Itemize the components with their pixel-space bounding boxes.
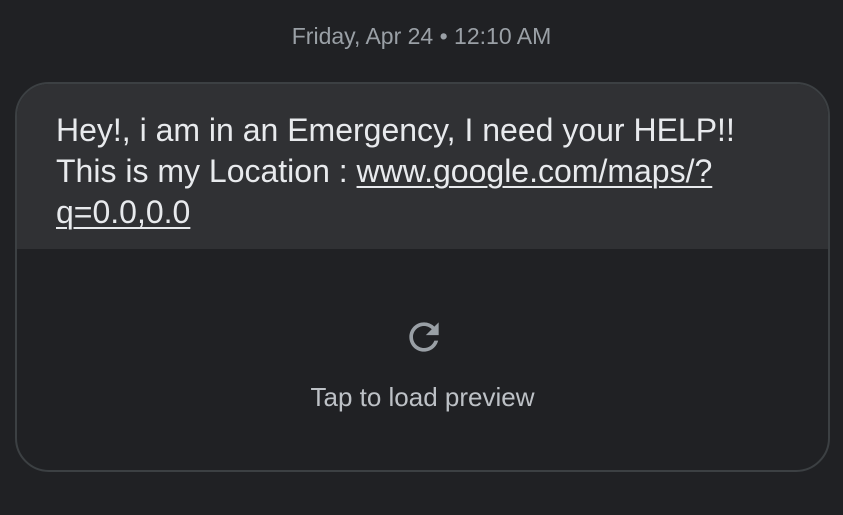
tap-to-load-preview[interactable]: Tap to load preview: [17, 380, 828, 414]
message-bubble[interactable]: Hey!, i am in an Emergency, I need your …: [15, 82, 830, 472]
message-location-prefix: This is my Location :: [56, 153, 357, 189]
reload-icon[interactable]: [402, 315, 446, 359]
message-timestamp: Friday, Apr 24 • 12:10 AM: [291, 23, 552, 49]
message-text-line: Hey!, i am in an Emergency, I need your …: [56, 112, 735, 148]
link-preview[interactable]: Tap to load preview: [17, 249, 828, 470]
message-text: Hey!, i am in an Emergency, I need your …: [17, 84, 828, 249]
